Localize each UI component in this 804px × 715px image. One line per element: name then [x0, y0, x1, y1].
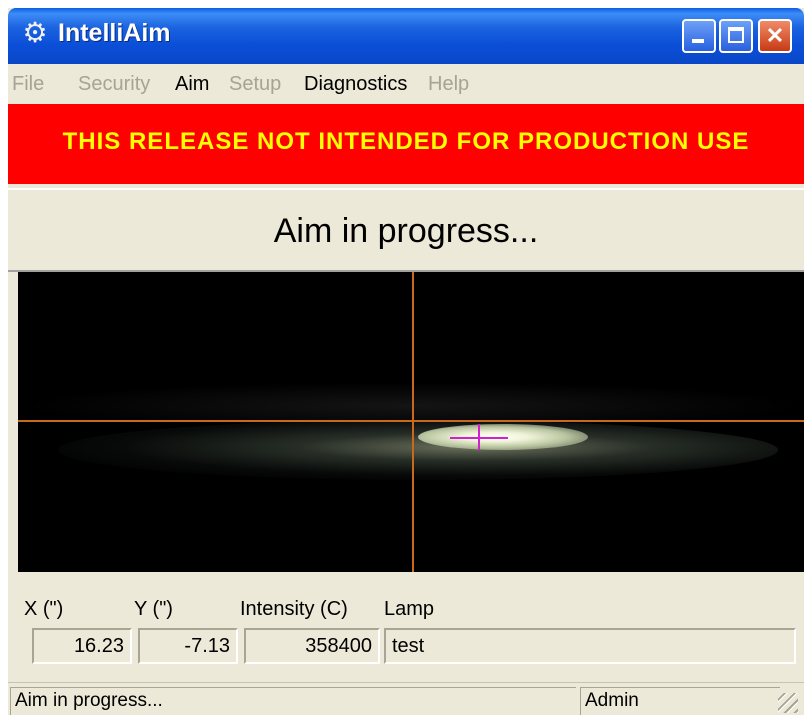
crosshair-horizontal [18, 420, 804, 422]
aim-status-panel: Aim in progress... [8, 188, 804, 272]
warning-banner: THIS RELEASE NOT INTENDED FOR PRODUCTION… [8, 104, 804, 184]
maximize-button[interactable] [719, 19, 753, 53]
close-button[interactable]: ✕ [758, 19, 792, 53]
crosshair-vertical [412, 272, 414, 572]
hotspot-marker-vertical [478, 424, 480, 450]
status-bar: Aim in progress... Admin [8, 682, 804, 715]
intensity-value: 358400 [244, 628, 380, 664]
y-value: -7.13 [138, 628, 238, 664]
y-label: Y (") [134, 598, 173, 620]
menu-setup[interactable]: Setup [229, 73, 281, 96]
menu-diagnostics[interactable]: Diagnostics [304, 73, 407, 96]
maximize-icon [728, 27, 744, 43]
beam-image-viewer [18, 272, 804, 572]
menu-file[interactable]: File [12, 73, 44, 96]
minimize-button[interactable] [682, 19, 716, 53]
beam-haze [18, 382, 804, 422]
x-label: X (") [24, 598, 64, 620]
menu-bar: File Security Aim Setup Diagnostics Help [8, 64, 804, 102]
resize-grip-icon[interactable] [778, 693, 798, 713]
status-message: Aim in progress... [10, 687, 576, 715]
beam-pattern [58, 420, 778, 480]
title-bar[interactable]: ⚙ IntelliAim ✕ [8, 8, 804, 64]
x-value: 16.23 [32, 628, 132, 664]
aim-status-text: Aim in progress... [273, 212, 539, 250]
gear-icon[interactable]: ⚙ [20, 18, 50, 48]
window-title: IntelliAim [58, 19, 171, 47]
lamp-value: test [384, 628, 796, 664]
menu-help[interactable]: Help [428, 73, 469, 96]
status-user: Admin [580, 687, 780, 715]
warning-banner-text: THIS RELEASE NOT INTENDED FOR PRODUCTION… [62, 128, 750, 155]
close-icon: ✕ [765, 23, 785, 48]
app-window: ⚙ IntelliAim ✕ File Security Aim Setup D… [8, 8, 804, 715]
intensity-label: Intensity (C) [240, 598, 348, 620]
minimize-icon [692, 39, 704, 43]
lamp-label: Lamp [384, 598, 435, 620]
menu-security[interactable]: Security [78, 73, 150, 96]
menu-aim[interactable]: Aim [175, 73, 209, 96]
